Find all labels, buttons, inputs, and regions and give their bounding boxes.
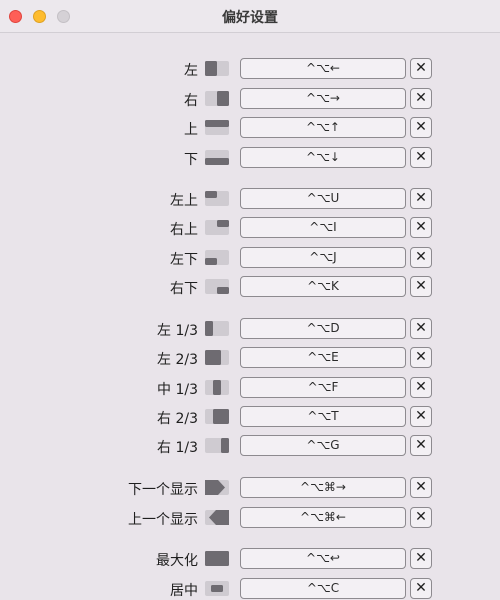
- clear-shortcut-button[interactable]: ✕: [410, 247, 432, 268]
- clear-shortcut-button[interactable]: ✕: [410, 578, 432, 599]
- shortcut-row: 下一个显示 ^⌥⌘→ ✕: [0, 477, 500, 499]
- right-two-thirds-icon: [205, 409, 229, 424]
- shortcut-label: 左: [184, 63, 198, 79]
- shortcut-label: 居中: [170, 583, 198, 599]
- shortcut-row: 右下 ^⌥K ✕: [0, 276, 500, 298]
- shortcut-row: 左 ^⌥← ✕: [0, 58, 500, 80]
- shortcut-recorder-field[interactable]: ^⌥F: [240, 377, 406, 398]
- shortcut-label: 中 1/3: [157, 382, 198, 398]
- shortcut-row: 居中 ^⌥C ✕: [0, 578, 500, 600]
- clear-shortcut-button[interactable]: ✕: [410, 318, 432, 339]
- shortcut-recorder-field[interactable]: ^⌥C: [240, 578, 406, 599]
- shortcut-recorder-field[interactable]: ^⌥↑: [240, 117, 406, 138]
- shortcut-label: 右 1/3: [157, 440, 198, 456]
- shortcut-label: 右 2/3: [157, 411, 198, 427]
- window-title: 偏好设置: [222, 10, 278, 26]
- shortcut-recorder-field[interactable]: ^⌥T: [240, 406, 406, 427]
- previous-display-icon: [205, 510, 229, 525]
- clear-shortcut-button[interactable]: ✕: [410, 477, 432, 498]
- shortcut-recorder-field[interactable]: ^⌥↩: [240, 548, 406, 569]
- shortcut-recorder-field[interactable]: ^⌥→: [240, 88, 406, 109]
- bottom-right-quarter-icon: [205, 279, 229, 294]
- top-right-quarter-icon: [205, 220, 229, 235]
- shortcut-row: 左 1/3 ^⌥D ✕: [0, 318, 500, 340]
- right-half-icon: [205, 91, 229, 106]
- clear-shortcut-button[interactable]: ✕: [410, 507, 432, 528]
- next-display-icon: [205, 480, 229, 495]
- shortcut-label: 上: [184, 122, 198, 138]
- clear-shortcut-button[interactable]: ✕: [410, 217, 432, 238]
- shortcut-recorder-field[interactable]: ^⌥↓: [240, 147, 406, 168]
- clear-shortcut-button[interactable]: ✕: [410, 147, 432, 168]
- shortcut-recorder-field[interactable]: ^⌥←: [240, 58, 406, 79]
- clear-shortcut-button[interactable]: ✕: [410, 435, 432, 456]
- shortcut-row: 上 ^⌥↑ ✕: [0, 117, 500, 139]
- shortcut-recorder-field[interactable]: ^⌥G: [240, 435, 406, 456]
- clear-shortcut-button[interactable]: ✕: [410, 188, 432, 209]
- shortcut-recorder-field[interactable]: ^⌥K: [240, 276, 406, 297]
- shortcut-row: 左下 ^⌥J ✕: [0, 247, 500, 269]
- shortcut-label: 右上: [170, 222, 198, 238]
- shortcut-label: 左上: [170, 193, 198, 209]
- shortcut-recorder-field[interactable]: ^⌥⌘→: [240, 477, 406, 498]
- shortcut-row: 左 2/3 ^⌥E ✕: [0, 347, 500, 369]
- left-third-icon: [205, 321, 229, 336]
- clear-shortcut-button[interactable]: ✕: [410, 276, 432, 297]
- center-icon: [205, 581, 229, 596]
- clear-shortcut-button[interactable]: ✕: [410, 406, 432, 427]
- clear-shortcut-button[interactable]: ✕: [410, 88, 432, 109]
- shortcut-recorder-field[interactable]: ^⌥D: [240, 318, 406, 339]
- title-bar: 偏好设置: [0, 0, 500, 33]
- shortcut-recorder-field[interactable]: ^⌥E: [240, 347, 406, 368]
- shortcut-row: 右 2/3 ^⌥T ✕: [0, 406, 500, 428]
- shortcut-row: 左上 ^⌥U ✕: [0, 188, 500, 210]
- clear-shortcut-button[interactable]: ✕: [410, 377, 432, 398]
- center-third-icon: [205, 380, 229, 395]
- left-two-thirds-icon: [205, 350, 229, 365]
- shortcut-recorder-field[interactable]: ^⌥U: [240, 188, 406, 209]
- shortcut-label: 左 1/3: [157, 323, 198, 339]
- maximize-icon: [205, 551, 229, 566]
- bottom-half-icon: [205, 150, 229, 165]
- right-third-icon: [205, 438, 229, 453]
- shortcut-row: 最大化 ^⌥↩ ✕: [0, 548, 500, 570]
- shortcut-row: 中 1/3 ^⌥F ✕: [0, 377, 500, 399]
- shortcut-row: 上一个显示 ^⌥⌘← ✕: [0, 507, 500, 529]
- shortcut-recorder-field[interactable]: ^⌥⌘←: [240, 507, 406, 528]
- clear-shortcut-button[interactable]: ✕: [410, 58, 432, 79]
- shortcut-label: 右: [184, 93, 198, 109]
- top-left-quarter-icon: [205, 191, 229, 206]
- top-half-icon: [205, 120, 229, 135]
- shortcut-row: 右上 ^⌥I ✕: [0, 217, 500, 239]
- clear-shortcut-button[interactable]: ✕: [410, 347, 432, 368]
- shortcut-label: 下: [184, 152, 198, 168]
- shortcut-label: 最大化: [156, 553, 198, 569]
- shortcut-label: 左下: [170, 252, 198, 268]
- shortcut-row: 下 ^⌥↓ ✕: [0, 147, 500, 169]
- shortcut-recorder-field[interactable]: ^⌥I: [240, 217, 406, 238]
- shortcut-label: 下一个显示: [128, 482, 198, 498]
- shortcut-row: 右 ^⌥→ ✕: [0, 88, 500, 110]
- clear-shortcut-button[interactable]: ✕: [410, 117, 432, 138]
- clear-shortcut-button[interactable]: ✕: [410, 548, 432, 569]
- bottom-left-quarter-icon: [205, 250, 229, 265]
- shortcut-row: 右 1/3 ^⌥G ✕: [0, 435, 500, 457]
- shortcut-label: 右下: [170, 281, 198, 297]
- shortcut-label: 左 2/3: [157, 352, 198, 368]
- shortcut-label: 上一个显示: [128, 512, 198, 528]
- left-half-icon: [205, 61, 229, 76]
- shortcut-recorder-field[interactable]: ^⌥J: [240, 247, 406, 268]
